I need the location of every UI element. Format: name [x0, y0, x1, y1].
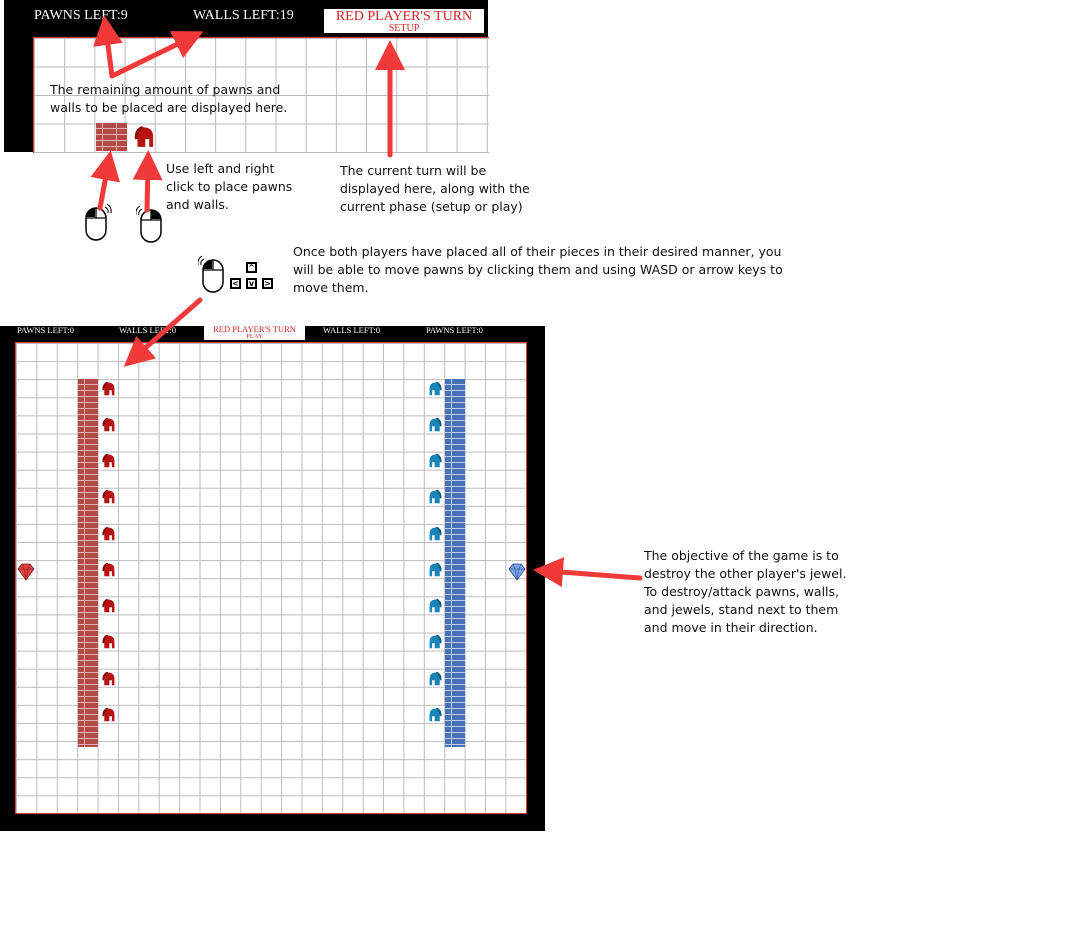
arrow-to-pawns-counter	[93, 15, 123, 79]
arrow-to-pawn-piece	[132, 150, 163, 213]
arrow-to-board-pawn	[123, 297, 203, 367]
arrow-to-wall-piece	[90, 150, 121, 211]
arrow-to-blue-jewel	[533, 557, 643, 588]
arrow-to-walls-counter	[109, 31, 204, 79]
annotation-arrows	[90, 15, 643, 588]
